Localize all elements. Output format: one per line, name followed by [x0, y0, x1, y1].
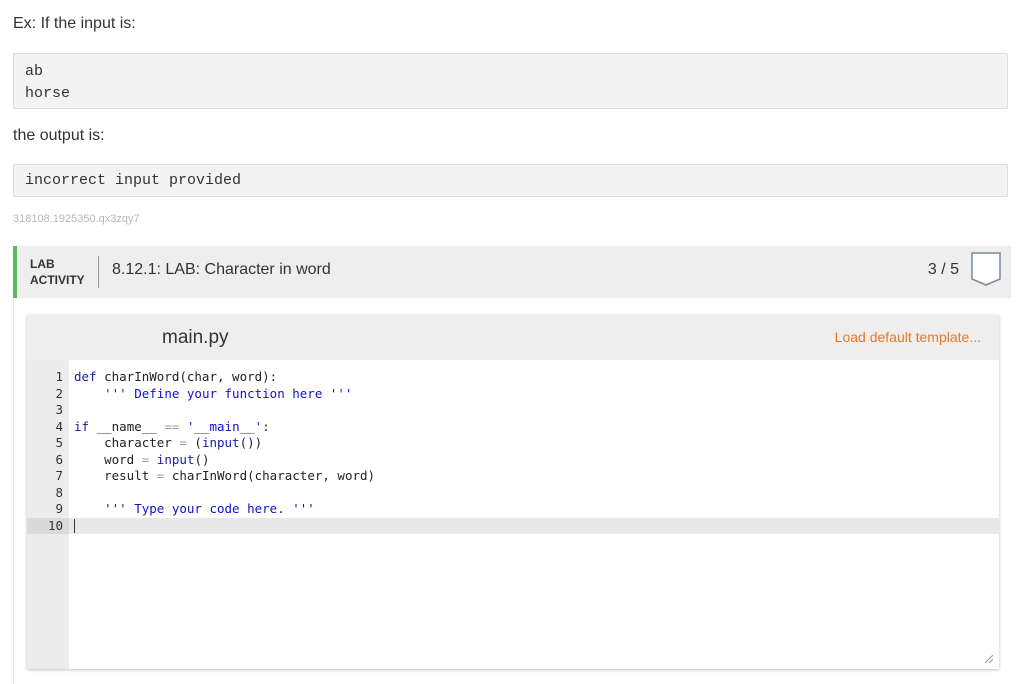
line-number: 4: [55, 418, 63, 434]
code-token: charInWord(char, word):: [96, 369, 278, 384]
code-line[interactable]: result = charInWord(character, word): [74, 468, 375, 485]
score-badge-icon: [971, 252, 1001, 286]
code-token: ==: [164, 418, 180, 434]
lab-activity-tag: LAB ACTIVITY: [30, 256, 85, 288]
editor-header: main.py Load default template...: [27, 315, 999, 360]
code-token: :: [262, 418, 270, 434]
text-cursor: [74, 519, 75, 533]
lab-score: 3 / 5: [927, 261, 959, 278]
code-token: result: [74, 468, 157, 483]
code-line[interactable]: ''' Type your code here. ''': [74, 501, 315, 518]
code-token: if: [74, 418, 90, 434]
output-example-line: incorrect input provided: [25, 172, 242, 189]
input-example-line: ab: [25, 63, 44, 80]
line-number: 1: [55, 369, 63, 384]
code-token: '__main__': [186, 418, 263, 434]
code-token: def: [74, 369, 97, 384]
code-line[interactable]: [74, 518, 75, 535]
line-number: 7: [55, 468, 63, 483]
load-default-template-link[interactable]: Load default template...: [835, 329, 981, 345]
code-input-area[interactable]: def charInWord(char, word): ''' Define y…: [69, 360, 999, 669]
code-editor: main.py Load default template... 1234567…: [27, 315, 999, 669]
code-token: =: [179, 435, 187, 450]
content-id-caption: 318108.1925350.qx3zqy7: [13, 213, 140, 225]
code-token: charInWord(character, word): [164, 468, 376, 483]
lab-tag-line2: ACTIVITY: [30, 273, 85, 287]
output-example-block: incorrect input provided: [13, 164, 1008, 197]
code-line[interactable]: character = (input()): [74, 435, 262, 452]
code-token: input: [201, 435, 240, 450]
line-number: 6: [55, 451, 63, 467]
resize-handle-icon[interactable]: [985, 655, 993, 663]
code-line[interactable]: if __name__ == '__main__':: [74, 419, 270, 436]
line-number: 3: [55, 402, 63, 417]
active-line-highlight: [69, 517, 999, 534]
code-line[interactable]: def charInWord(char, word):: [74, 369, 277, 386]
editor-filename: main.py: [162, 327, 229, 348]
code-token: __name__: [89, 418, 165, 434]
output-intro-text: the output is:: [13, 127, 105, 144]
code-token: word: [74, 451, 142, 467]
code-token: (): [194, 451, 210, 467]
line-number: 10: [47, 517, 63, 533]
lab-activity-header: LAB ACTIVITY 8.12.1: LAB: Character in w…: [13, 246, 1011, 298]
lab-tag-line1: LAB: [30, 257, 55, 271]
line-number: 2: [55, 385, 63, 401]
line-number-gutter: 1 2 3 4 5 6 7 8 9 10: [27, 360, 69, 669]
code-token: ()): [239, 435, 263, 450]
code-line[interactable]: word = input(): [74, 451, 210, 469]
code-token: (: [186, 435, 202, 450]
input-example-line: horse: [25, 85, 71, 102]
line-number: 8: [55, 484, 63, 500]
lab-title: 8.12.1: LAB: Character in word: [112, 261, 331, 278]
input-example-block: ab horse: [13, 53, 1008, 109]
line-number: 5: [55, 435, 63, 450]
code-line[interactable]: ''' Define your function here ''': [74, 386, 352, 403]
lab-divider: [98, 256, 99, 288]
line-number: 9: [55, 501, 63, 516]
example-intro-text: Ex: If the input is:: [13, 15, 136, 32]
code-token: ''' Define your function here ''': [104, 385, 353, 401]
code-token: character: [74, 435, 180, 450]
code-token: input: [156, 451, 195, 467]
code-token: ''' Type your code here. ''': [104, 501, 315, 516]
